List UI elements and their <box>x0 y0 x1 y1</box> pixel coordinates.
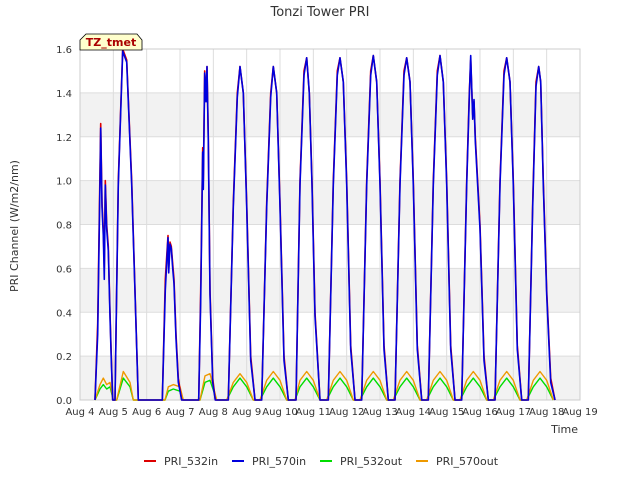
x-tick-label: Aug 6 <box>132 407 161 418</box>
y-tick-label: 1.0 <box>56 177 72 188</box>
x-tick-label: Aug 4 <box>65 407 94 418</box>
plot-band <box>80 92 580 137</box>
x-tick-label: Aug 7 <box>165 407 194 418</box>
y-tick-label: 1.4 <box>56 89 72 100</box>
x-axis-label: Time <box>550 423 578 436</box>
y-axis-label: PRI Channel (W/m2/nm) <box>8 160 21 292</box>
badge: TZ_tmet <box>79 33 143 51</box>
x-tick-label: Aug 14 <box>396 407 431 418</box>
legend-label: PRI_570out <box>436 455 499 468</box>
badge-label: TZ_tmet <box>86 36 136 49</box>
y-tick-label: 0.8 <box>56 221 72 232</box>
y-tick-label: 1.2 <box>56 133 72 144</box>
x-tick-label: Aug 18 <box>529 407 564 418</box>
x-tick-label: Aug 10 <box>262 407 297 418</box>
y-tick-label: 0.0 <box>56 396 72 407</box>
x-tick-label: Aug 19 <box>562 407 597 418</box>
plot-band <box>80 180 580 225</box>
x-tick-label: Aug 16 <box>462 407 497 418</box>
x-tick-label: Aug 13 <box>362 407 397 418</box>
plot-band <box>80 224 580 269</box>
chart-title: Tonzi Tower PRI <box>270 5 370 20</box>
x-tick-label: Aug 12 <box>329 407 364 418</box>
legend-label: PRI_570in <box>252 455 306 468</box>
x-tick-label: Aug 8 <box>199 407 228 418</box>
x-tick-label: Aug 5 <box>99 407 128 418</box>
y-tick-label: 0.6 <box>56 264 72 275</box>
x-tick-label: Aug 9 <box>232 407 261 418</box>
y-tick-label: 1.6 <box>56 45 72 56</box>
legend-label: PRI_532out <box>340 455 403 468</box>
legend: PRI_532in PRI_570in PRI_532out PRI_570out <box>144 455 499 468</box>
legend-label: PRI_532in <box>164 455 218 468</box>
y-tick-label: 0.4 <box>56 308 72 319</box>
x-tick-label: Aug 17 <box>496 407 531 418</box>
plot-band <box>80 136 580 181</box>
x-tick-label: Aug 11 <box>296 407 331 418</box>
chart-canvas: 0.0 0.2 0.4 0.6 0.8 1.0 1.2 1.4 1.6 Aug 4 Aug 5 Aug… <box>8 5 598 468</box>
x-tick-label: Aug 15 <box>429 407 464 418</box>
y-tick-label: 0.2 <box>56 352 72 363</box>
